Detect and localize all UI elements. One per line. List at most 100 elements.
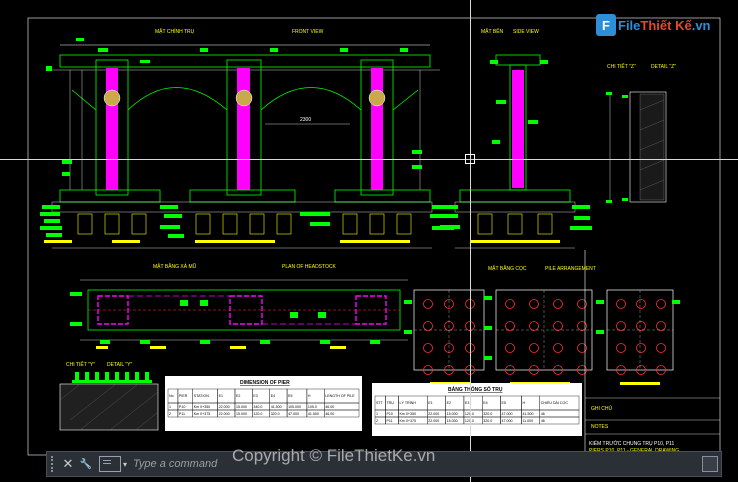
pile-circle (616, 321, 626, 331)
drag-grip-icon[interactable] (51, 456, 59, 472)
stats-table-cell-1-8: 11.000 (522, 419, 533, 423)
pile-circle (423, 343, 433, 353)
pier-dimension-table: DIMENSION OF PIER No PIER STATION E1 E2 E3 E4 E… (165, 376, 362, 431)
detail2-title-en: DETAIL "Y" (107, 362, 132, 368)
site-logo: F FileThiết Kế.vn (596, 14, 711, 36)
stats-table-cell-0-3: 22.000 (428, 412, 439, 416)
stats-table-cell-0-1: P10 (386, 412, 392, 416)
pile-circle (423, 299, 433, 309)
stats-table-cell-1-4: 15.000 (447, 419, 458, 423)
customize-wrench-icon[interactable]: 🔧 (77, 453, 95, 475)
logo-text: FileThiết Kế.vn (618, 18, 711, 33)
pier-table-cell-0-9: 46.00 (325, 405, 334, 409)
stats-table-header-7: E5 (502, 401, 506, 405)
pile-circle (529, 299, 539, 309)
headstock-title-en: PLAN OF HEADSTOCK (282, 264, 336, 270)
stats-table-cell-0-7: 47.000 (502, 412, 513, 416)
pier-table-cell-0-8: 105.0 (308, 405, 317, 409)
title-block-label-a: GHI CHÚ (591, 405, 613, 412)
pile-grids (413, 289, 674, 375)
detail2-title-vn: CHI TIẾT "Y" (66, 361, 95, 368)
stats-table-title: BẢNG THỐNG SỐ TRỤ (448, 386, 503, 393)
detail-title-en: DETAIL "Z" (651, 64, 676, 70)
stats-table-header-6: E4 (483, 401, 487, 405)
side-view: MẶT BÊN SIDE VIEW (440, 27, 592, 249)
pier-stats-table: BẢNG THỐNG SỐ TRỤ STT TRỤ LÝ TRÌNH E1 E2 E3 E4… (372, 383, 582, 436)
pier-table-cell-1-8: 41.500 (308, 412, 319, 416)
pile-circle (505, 343, 515, 353)
pier-table-cell-0-0: 1 (169, 405, 171, 409)
stats-table-cell-0-2: Km 0+350 (400, 412, 416, 416)
pile-circle (636, 343, 646, 353)
stats-table-header-4: E2 (447, 401, 451, 405)
front-view: MẶT CHÍNH TRỤ FRONT VIEW 2300 (40, 28, 454, 249)
pile-circle (553, 343, 563, 353)
pile-circle (553, 299, 563, 309)
pile-circle (616, 343, 626, 353)
stats-table-cell-1-7: 47.000 (502, 419, 513, 423)
pile-title-vn: MẶT BẰNG CỌC (488, 264, 527, 272)
title-block-caption-1: KIỂM TRƯỚC CHUNG TRỤ P10, P11 (589, 440, 674, 447)
pier-table-cell-0-2: Km 0+350 (194, 405, 210, 409)
stats-table-header-8: H (522, 401, 525, 405)
copyright-watermark: Copyright © FileThietKe.vn (232, 446, 436, 465)
crosshair-pickbox (465, 154, 475, 164)
pier-table-header-6: E4 (271, 394, 275, 398)
stats-table-header-2: LÝ TRÌNH (400, 401, 417, 405)
pier-table-cell-0-4: 15.000 (236, 405, 247, 409)
pile-title-en: PILE ARRANGEMENT (545, 266, 596, 272)
pier-table-header-9: LENGTH OF PILE (325, 394, 355, 398)
stats-table-cell-0-6: 320.0 (483, 412, 492, 416)
pier-table-cell-0-6: 41.500 (271, 405, 282, 409)
pile-circle (636, 299, 646, 309)
stats-table-header-9: CHIỀU DÀI CỌC (541, 400, 569, 405)
pile-circle (636, 321, 646, 331)
stats-table-cell-1-1: P11 (386, 419, 392, 423)
pile-circle (656, 321, 666, 331)
logo-text-part-c: .vn (691, 17, 711, 33)
command-scroll-button[interactable] (702, 456, 718, 472)
pier-table-header-2: STATION (194, 394, 209, 398)
pier-table-cell-1-3: 22.000 (219, 412, 230, 416)
stats-table-cell-1-2: Km 0+375 (400, 419, 416, 423)
dimension-label: 2300 (300, 117, 311, 123)
stats-table-header-5: E3 (465, 401, 469, 405)
pier-table-header-5: E3 (253, 394, 257, 398)
crosshair-horizontal (0, 159, 738, 160)
stats-table-cell-0-9: 46 (541, 412, 545, 416)
command-history-icon[interactable] (99, 456, 121, 472)
pier-table-cell-1-6: 320.0 (271, 412, 280, 416)
pier-table-title: DIMENSION OF PIER (240, 380, 290, 386)
pier-table-cell-1-4: 15.000 (236, 412, 247, 416)
title-block: GHI CHÚ NOTES KIỂM TRƯỚC CHUNG TRỤ P10, … (584, 250, 720, 455)
pier-table-cell-1-2: Km 0+375 (194, 412, 210, 416)
close-icon[interactable]: ✕ (59, 453, 77, 475)
pier-table-cell-1-7: 47.000 (288, 412, 299, 416)
cad-drawing-canvas[interactable]: MẶT CHÍNH TRỤ FRONT VIEW 2300 MẶT BÊN SI… (0, 0, 738, 482)
pier-table-cell-0-7: 105.000 (288, 405, 301, 409)
pile-circle (505, 299, 515, 309)
pile-circle (423, 321, 433, 331)
pier-table-cell-1-5: 120.0 (253, 412, 262, 416)
front-view-title-en: FRONT VIEW (292, 29, 324, 35)
chevron-down-icon[interactable]: ▾ (123, 460, 127, 469)
title-block-label-b: NOTES (591, 424, 609, 430)
headstock-plan: MẶT BẰNG XÀ MŨ PLAN OF HEADSTOCK (70, 262, 408, 349)
pier-columns (95, 59, 394, 196)
stats-table-cell-1-0: 2 (376, 419, 378, 423)
pier-table-header-1: PIER (179, 394, 188, 398)
pile-circle (656, 299, 666, 309)
stats-table-header-0: STT (376, 401, 384, 405)
pier-table-cell-0-3: 22.000 (219, 405, 230, 409)
pile-circle (505, 321, 515, 331)
pile-circle (553, 321, 563, 331)
logo-mark-icon: F (596, 14, 616, 36)
pile-arrangement: MẶT BẰNG CỌC PILE ARRANGEMENT (404, 264, 680, 385)
pier-table-cell-1-1: P11 (179, 412, 185, 416)
stats-table-cell-1-9: 46 (541, 419, 545, 423)
pile-circle (616, 299, 626, 309)
pier-table-cell-1-0: 2 (169, 412, 171, 416)
crosshair-vertical (470, 0, 471, 482)
pier-table-header-4: E2 (236, 394, 240, 398)
logo-text-part-a: File (618, 17, 641, 33)
